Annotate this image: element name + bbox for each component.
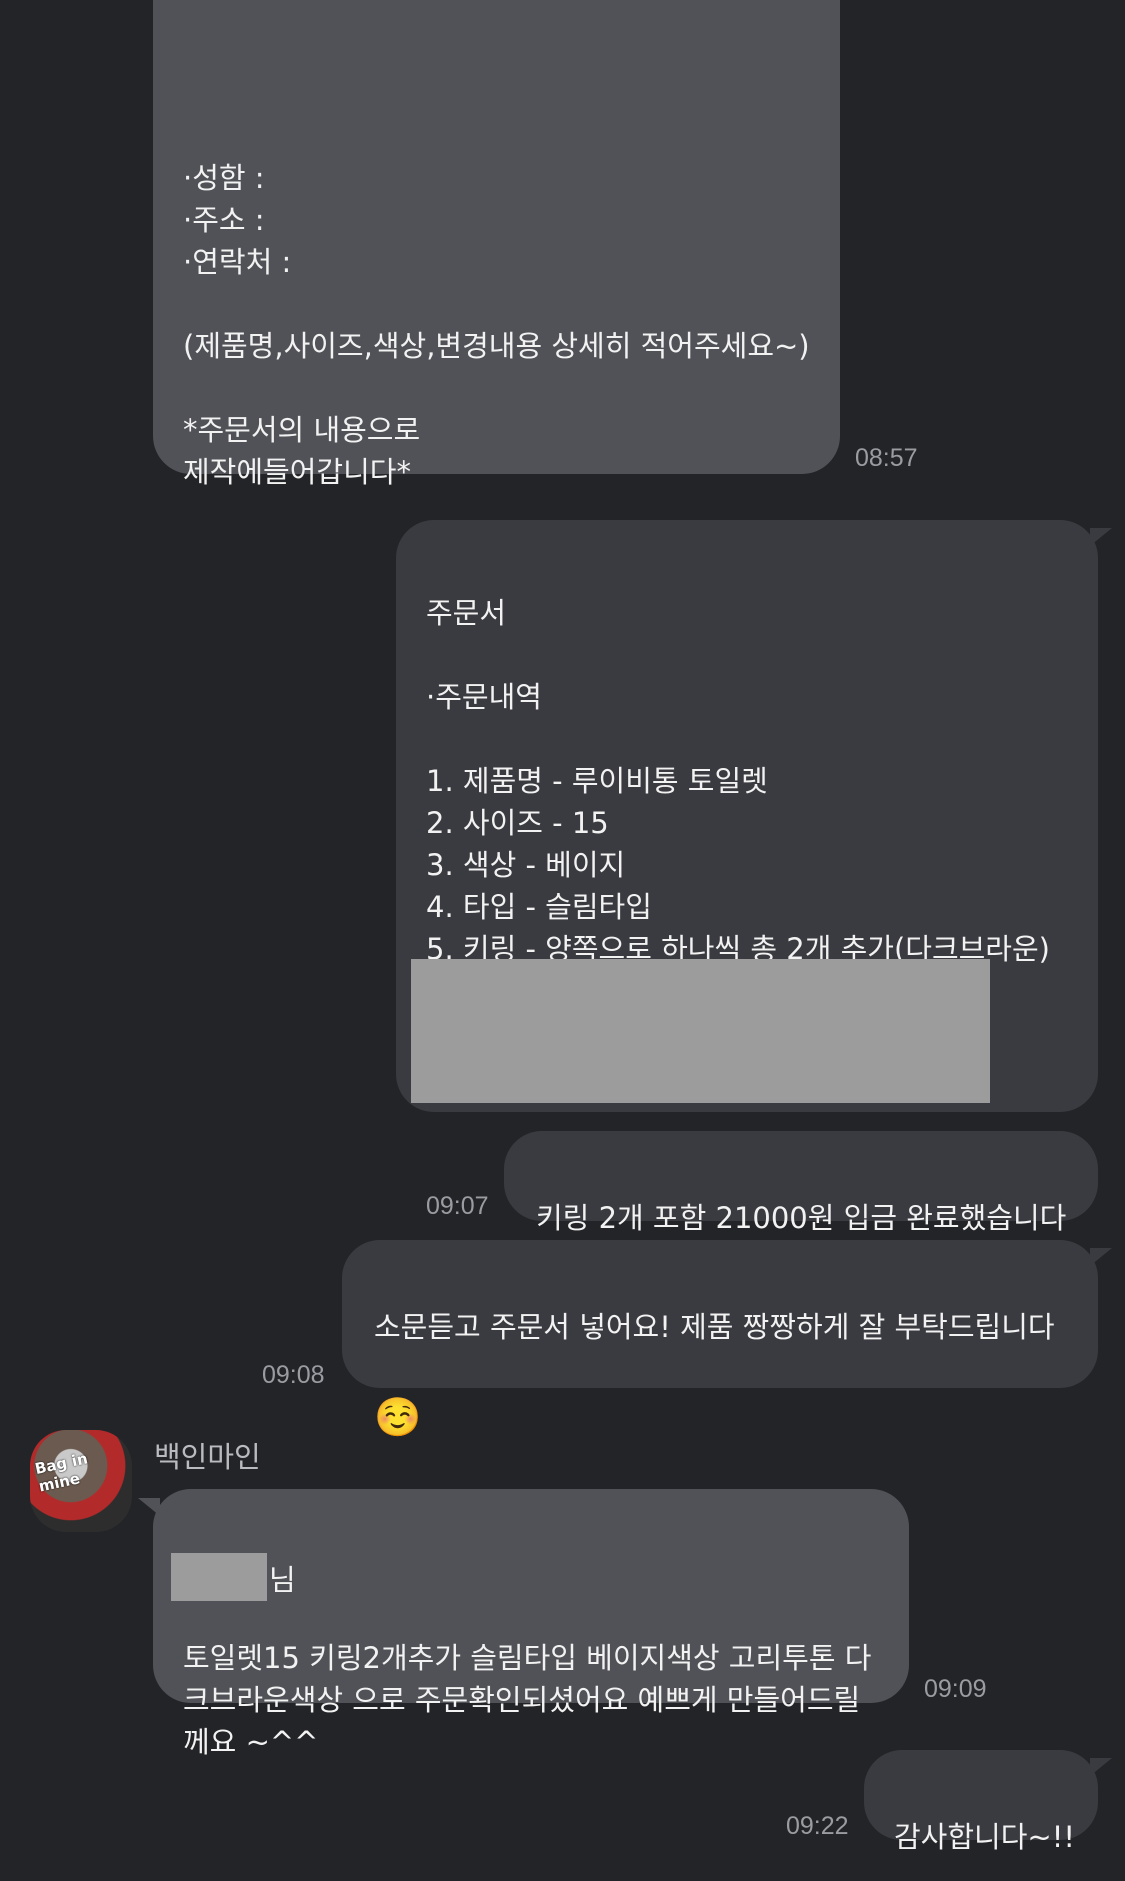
outgoing-message-bubble[interactable]: 키링 2개 포함 21000원 입금 완료했습니다 (504, 1131, 1098, 1235)
message-timestamp: 09:22 (786, 1812, 849, 1840)
salutation-text: 님 (269, 1563, 296, 1597)
message-text: 감사합니다~!! (894, 1820, 1075, 1854)
incoming-message-bubble[interactable]: ·성함 : ·주소 : ·연락처 : (제품명,사이즈,색상,변경내용 상세히 … (153, 0, 840, 489)
message-text: 키링 2개 포함 21000원 입금 완료했습니다 (536, 1201, 1067, 1235)
outgoing-message-bubble[interactable]: 감사합니다~!! (864, 1750, 1098, 1854)
message-text: ·성함 : ·주소 : ·연락처 : (제품명,사이즈,색상,변경내용 상세히 … (183, 161, 810, 489)
sender-avatar[interactable]: Bag in mine (30, 1430, 132, 1532)
sender-name: 백인마인 (154, 1440, 261, 1474)
bubble-tail (1090, 528, 1112, 546)
smiling-face-emoji: ☺️ (374, 1395, 422, 1439)
message-timestamp: 08:57 (855, 444, 918, 472)
message-text: 소문듣고 주문서 넣어요! 제품 짱짱하게 잘 부탁드립니다 (374, 1310, 1055, 1344)
incoming-message-bubble[interactable]: 님 토일렛15 키링2개추가 슬림타입 베이지색상 고리투톤 다 크브라운색상 … (153, 1489, 909, 1759)
message-timestamp: 09:09 (924, 1675, 987, 1703)
message-text: 주문서 ·주문내역 1. 제품명 - 루이비통 토일렛 2. 사이즈 - 15 … (426, 596, 1050, 966)
bubble-tail (1090, 1248, 1112, 1266)
avatar-logo-text: Bag in mine (33, 1449, 90, 1496)
message-timestamp: 09:08 (262, 1361, 325, 1389)
bubble-tail (1090, 1758, 1112, 1776)
redacted-name (171, 1553, 267, 1601)
message-text: 토일렛15 키링2개추가 슬림타입 베이지색상 고리투톤 다 크브라운색상 으로… (183, 1641, 872, 1759)
outgoing-message-bubble[interactable]: 소문듣고 주문서 넣어요! 제품 짱짱하게 잘 부탁드립니다 ☺️ (342, 1240, 1098, 1439)
redacted-area (411, 959, 990, 1103)
message-timestamp: 09:07 (426, 1192, 489, 1220)
